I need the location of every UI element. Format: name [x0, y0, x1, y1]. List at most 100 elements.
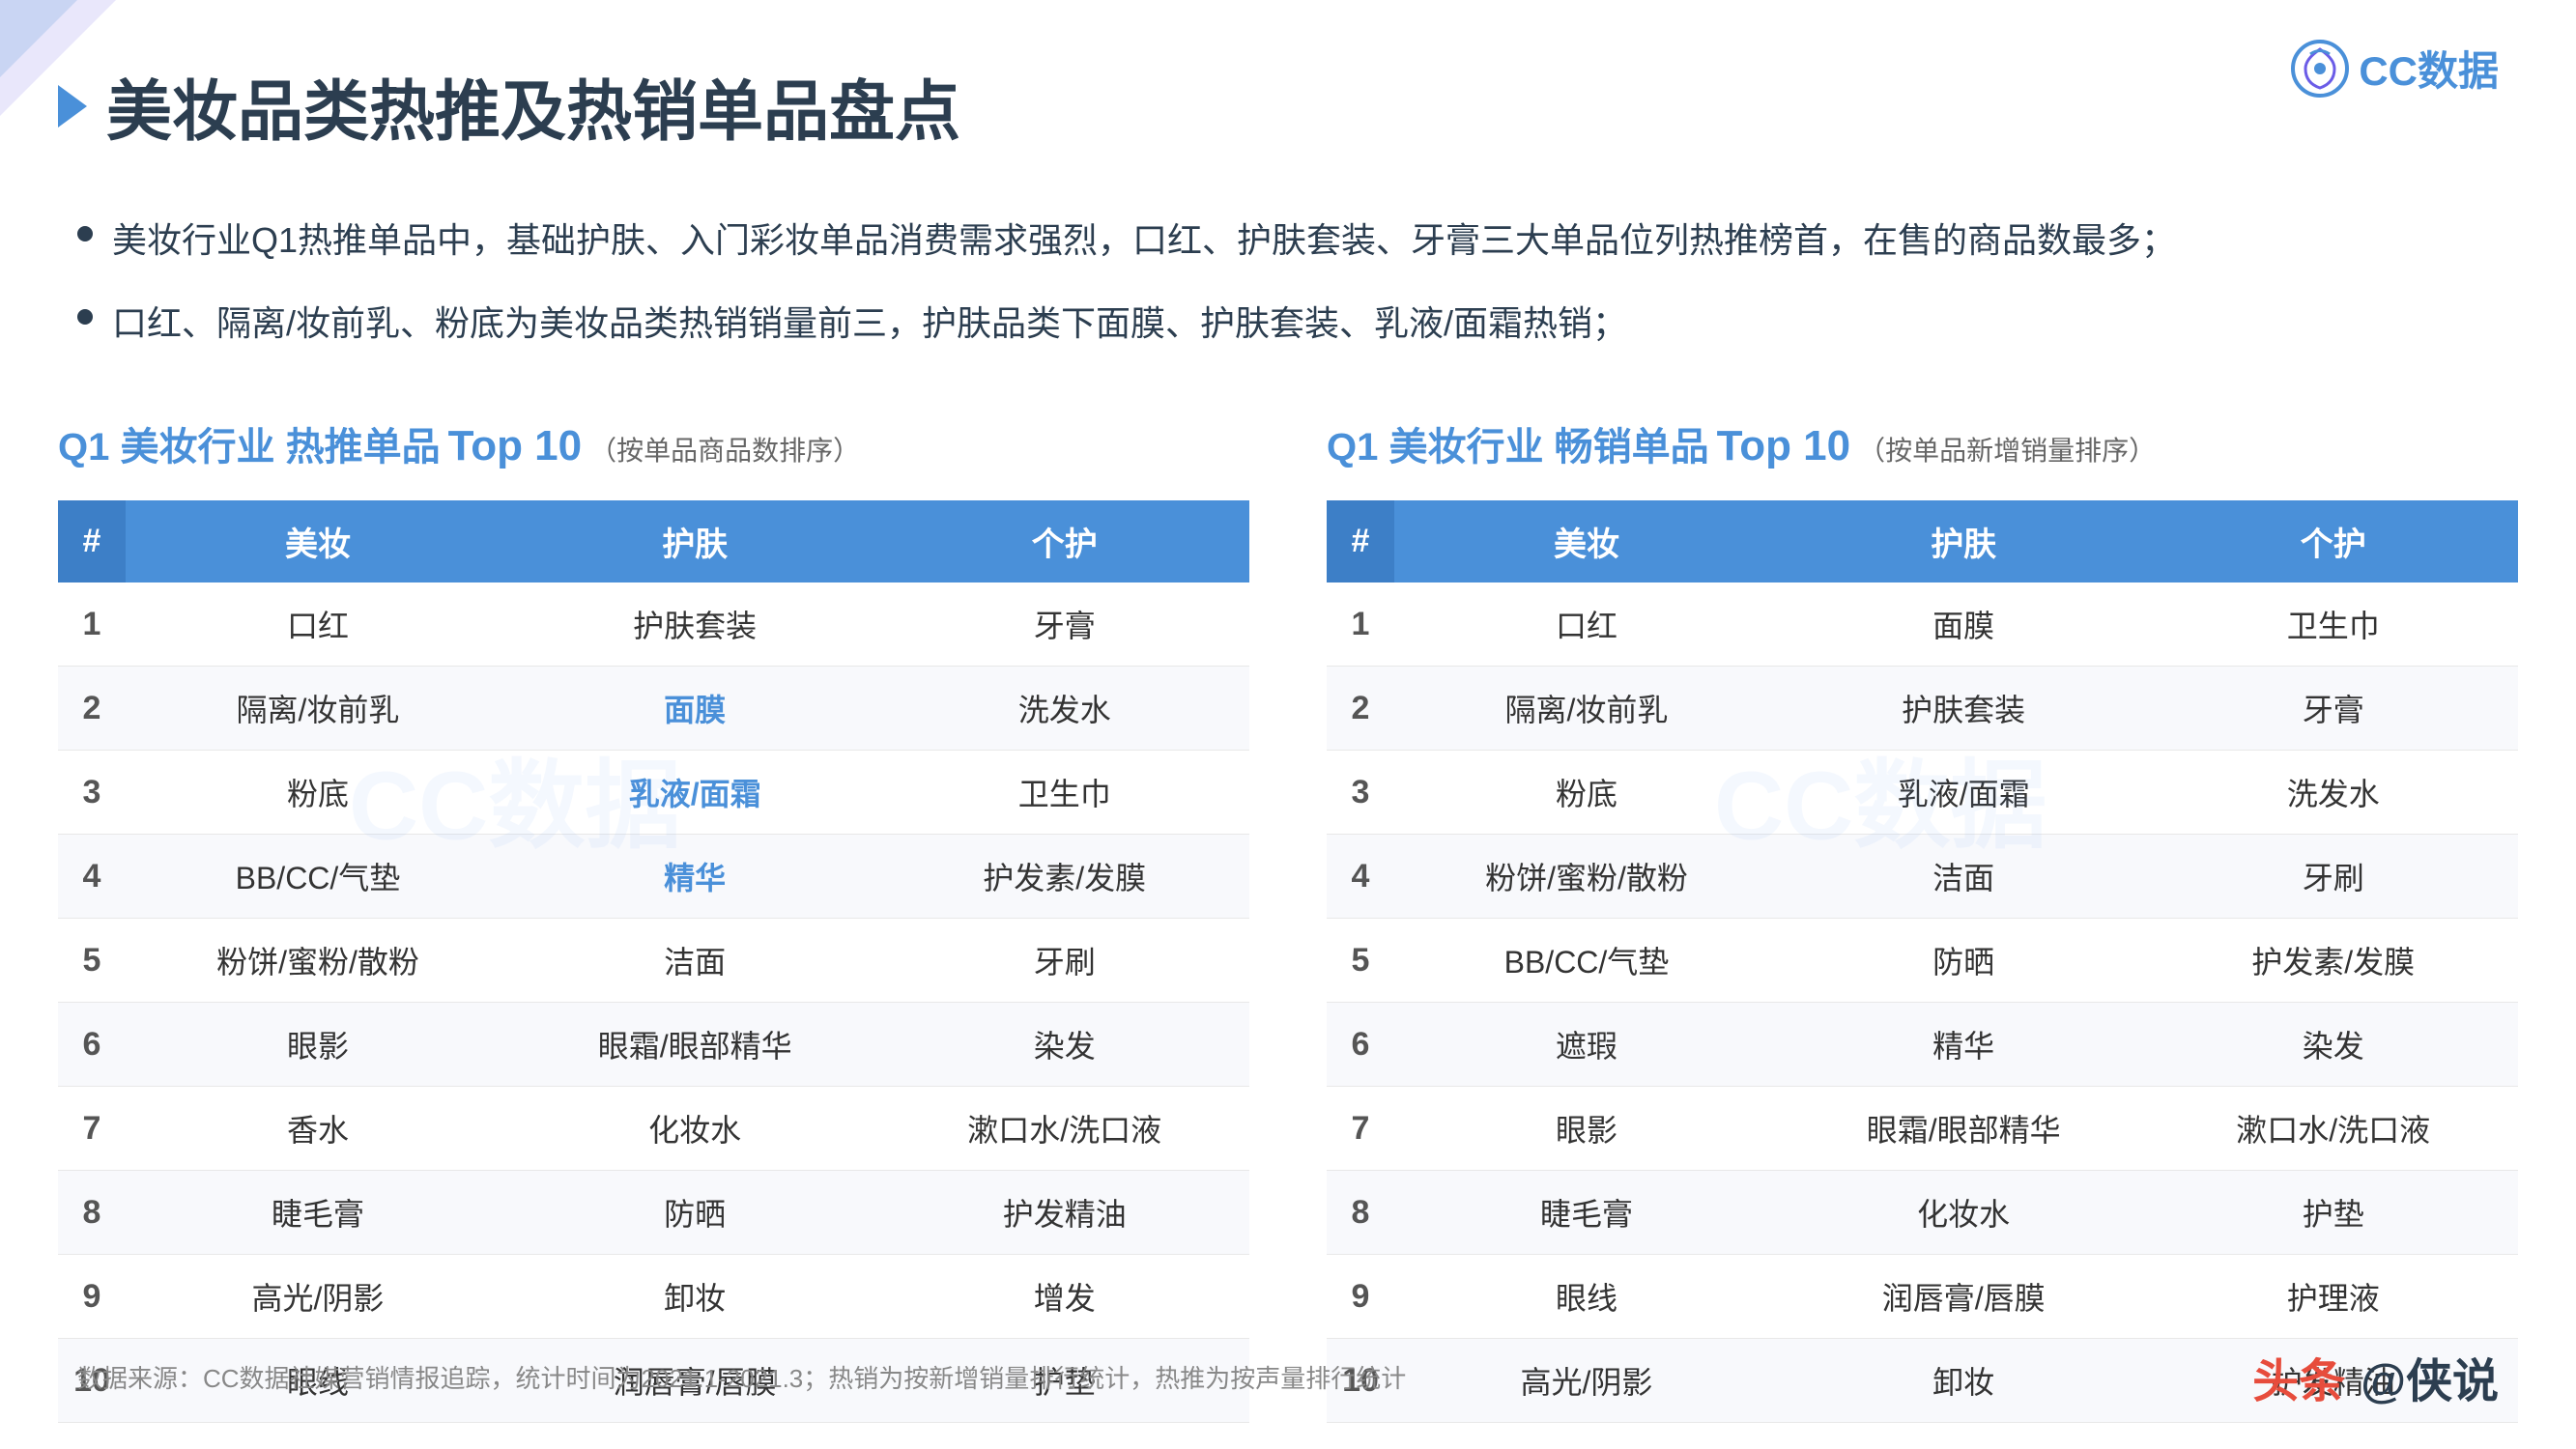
table-row: 1 口红 护肤套装 牙膏 — [58, 582, 1249, 667]
rank-cell: 3 — [58, 751, 126, 835]
personal-cell: 洗发水 — [879, 667, 1249, 751]
skincare-cell: 乳液/面霜 — [1779, 751, 2149, 835]
footer-brand: 头条 @侠说 — [2252, 1343, 2499, 1410]
skincare-cell: 精华 — [510, 835, 880, 919]
skincare-cell: 眼霜/眼部精华 — [510, 1003, 880, 1087]
left-table-top: Top 10 — [448, 422, 583, 470]
makeup-cell: BB/CC/气垫 — [1394, 919, 1779, 1003]
title-arrow-icon — [58, 85, 87, 128]
personal-cell: 洗发水 — [2148, 751, 2518, 835]
skincare-cell: 化妆水 — [1779, 1171, 2149, 1255]
skincare-cell: 面膜 — [1779, 582, 2149, 667]
table-row: 8 睫毛膏 防晒 护发精油 — [58, 1171, 1249, 1255]
makeup-cell: 口红 — [1394, 582, 1779, 667]
personal-cell: 牙膏 — [879, 582, 1249, 667]
table-row: 2 隔离/妆前乳 面膜 洗发水 — [58, 667, 1249, 751]
skincare-cell: 护肤套装 — [1779, 667, 2149, 751]
right-col-skincare: 护肤 — [1779, 500, 2149, 582]
table-row: 5 粉饼/蜜粉/散粉 洁面 牙刷 — [58, 919, 1249, 1003]
table-row: 8 睫毛膏 化妆水 护垫 — [1327, 1171, 2518, 1255]
table-row: 4 BB/CC/气垫 精华 护发素/发膜 — [58, 835, 1249, 919]
bullet-item-2: 口红、隔离/妆前乳、粉底为美妆品类热销销量前三，护肤品类下面膜、护肤套装、乳液/… — [77, 296, 2499, 352]
left-table-title: Q1 美妆行业 热推单品 Top 10 （按单品商品数排序） — [58, 415, 1249, 471]
personal-cell: 牙刷 — [2148, 835, 2518, 919]
table-row: 5 BB/CC/气垫 防晒 护发素/发膜 — [1327, 919, 2518, 1003]
skincare-cell: 卸妆 — [510, 1255, 880, 1339]
skincare-cell: 防晒 — [510, 1171, 880, 1255]
skincare-cell: 防晒 — [1779, 919, 2149, 1003]
personal-cell: 增发 — [879, 1255, 1249, 1339]
right-table-block: Q1 美妆行业 畅销单品 Top 10 （按单品新增销量排序） # 美妆 护肤 … — [1327, 415, 2518, 1423]
bullet-text-2: 口红、隔离/妆前乳、粉底为美妆品类热销销量前三，护肤品类下面膜、护肤套装、乳液/… — [112, 296, 1627, 352]
rank-cell: 4 — [1327, 835, 1394, 919]
table-row: 7 眼影 眼霜/眼部精华 漱口水/洗口液 — [1327, 1087, 2518, 1171]
left-table-q1: Q1 美妆行业 热推单品 — [58, 415, 441, 471]
personal-cell: 护理液 — [2148, 1255, 2518, 1339]
skincare-cell: 洁面 — [510, 919, 880, 1003]
left-col-rank: # — [58, 500, 126, 582]
right-table-body: 1 口红 面膜 卫生巾 2 隔离/妆前乳 护肤套装 牙膏 3 粉底 乳液/面霜 … — [1327, 582, 2518, 1423]
left-table-block: Q1 美妆行业 热推单品 Top 10 （按单品商品数排序） # 美妆 护肤 个… — [58, 415, 1249, 1423]
footer-source-text: 数据来源：CC数据社媒营销情报追踪，统计时间为2021.1-2021.3；热销为… — [77, 1359, 1406, 1395]
skincare-cell: 护肤套装 — [510, 582, 880, 667]
makeup-cell: 遮瑕 — [1394, 1003, 1779, 1087]
bullets-area: 美妆行业Q1热推单品中，基础护肤、入门彩妆单品消费需求强烈，口红、护肤套装、牙膏… — [77, 213, 2499, 378]
makeup-cell: 隔离/妆前乳 — [1394, 667, 1779, 751]
makeup-cell: 眼影 — [1394, 1087, 1779, 1171]
table-row: 2 隔离/妆前乳 护肤套装 牙膏 — [1327, 667, 2518, 751]
personal-cell: 漱口水/洗口液 — [2148, 1087, 2518, 1171]
right-table-subtitle: （按单品新增销量排序） — [1858, 430, 2156, 469]
footer-toutiao: 头条 — [2252, 1343, 2345, 1410]
personal-cell: 卫生巾 — [879, 751, 1249, 835]
bullet-dot-icon — [77, 226, 93, 242]
personal-cell: 护发精油 — [879, 1171, 1249, 1255]
makeup-cell: 睫毛膏 — [1394, 1171, 1779, 1255]
logo-text: CC数据 — [2359, 39, 2499, 98]
table-row: 6 遮瑕 精华 染发 — [1327, 1003, 2518, 1087]
left-table-header-row: # 美妆 护肤 个护 — [58, 500, 1249, 582]
right-col-makeup: 美妆 — [1394, 500, 1779, 582]
rank-cell: 8 — [1327, 1171, 1394, 1255]
skincare-cell: 化妆水 — [510, 1087, 880, 1171]
right-table-q1: Q1 美妆行业 畅销单品 — [1327, 415, 1709, 471]
left-table: # 美妆 护肤 个护 1 口红 护肤套装 牙膏 2 隔离/妆前乳 面膜 洗发水 … — [58, 500, 1249, 1423]
skincare-cell: 洁面 — [1779, 835, 2149, 919]
right-table-title: Q1 美妆行业 畅销单品 Top 10 （按单品新增销量排序） — [1327, 415, 2518, 471]
personal-cell: 牙膏 — [2148, 667, 2518, 751]
page-title-area: 美妆品类热推及热销单品盘点 — [58, 58, 960, 154]
bullet-item-1: 美妆行业Q1热推单品中，基础护肤、入门彩妆单品消费需求强烈，口红、护肤套装、牙膏… — [77, 213, 2499, 269]
table-row: 3 粉底 乳液/面霜 洗发水 — [1327, 751, 2518, 835]
makeup-cell: 口红 — [126, 582, 510, 667]
right-col-rank: # — [1327, 500, 1394, 582]
right-table-header-row: # 美妆 护肤 个护 — [1327, 500, 2518, 582]
personal-cell: 漱口水/洗口液 — [879, 1087, 1249, 1171]
tables-section: Q1 美妆行业 热推单品 Top 10 （按单品商品数排序） # 美妆 护肤 个… — [58, 415, 2518, 1423]
bullet-dot-icon-2 — [77, 309, 93, 325]
right-table: # 美妆 护肤 个护 1 口红 面膜 卫生巾 2 隔离/妆前乳 护肤套装 牙膏 … — [1327, 500, 2518, 1423]
cc-logo-icon — [2291, 40, 2349, 98]
rank-cell: 7 — [58, 1087, 126, 1171]
table-row: 7 香水 化妆水 漱口水/洗口液 — [58, 1087, 1249, 1171]
personal-cell: 护发素/发膜 — [879, 835, 1249, 919]
bullet-text-1: 美妆行业Q1热推单品中，基础护肤、入门彩妆单品消费需求强烈，口红、护肤套装、牙膏… — [112, 213, 2176, 269]
makeup-cell: 眼影 — [126, 1003, 510, 1087]
skincare-cell: 眼霜/眼部精华 — [1779, 1087, 2149, 1171]
rank-cell: 8 — [58, 1171, 126, 1255]
makeup-cell: 香水 — [126, 1087, 510, 1171]
rank-cell: 1 — [1327, 582, 1394, 667]
skincare-cell: 润唇膏/唇膜 — [1779, 1255, 2149, 1339]
table-row: 1 口红 面膜 卫生巾 — [1327, 582, 2518, 667]
rank-cell: 5 — [58, 919, 126, 1003]
rank-cell: 2 — [58, 667, 126, 751]
personal-cell: 染发 — [2148, 1003, 2518, 1087]
table-row: 9 眼线 润唇膏/唇膜 护理液 — [1327, 1255, 2518, 1339]
logo-area: CC数据 — [2291, 39, 2499, 98]
makeup-cell: 高光/阴影 — [126, 1255, 510, 1339]
makeup-cell: 粉饼/蜜粉/散粉 — [1394, 835, 1779, 919]
personal-cell: 护发素/发膜 — [2148, 919, 2518, 1003]
rank-cell: 6 — [58, 1003, 126, 1087]
right-table-top: Top 10 — [1717, 422, 1851, 470]
footer-author: @侠说 — [2361, 1343, 2499, 1410]
rank-cell: 1 — [58, 582, 126, 667]
rank-cell: 2 — [1327, 667, 1394, 751]
